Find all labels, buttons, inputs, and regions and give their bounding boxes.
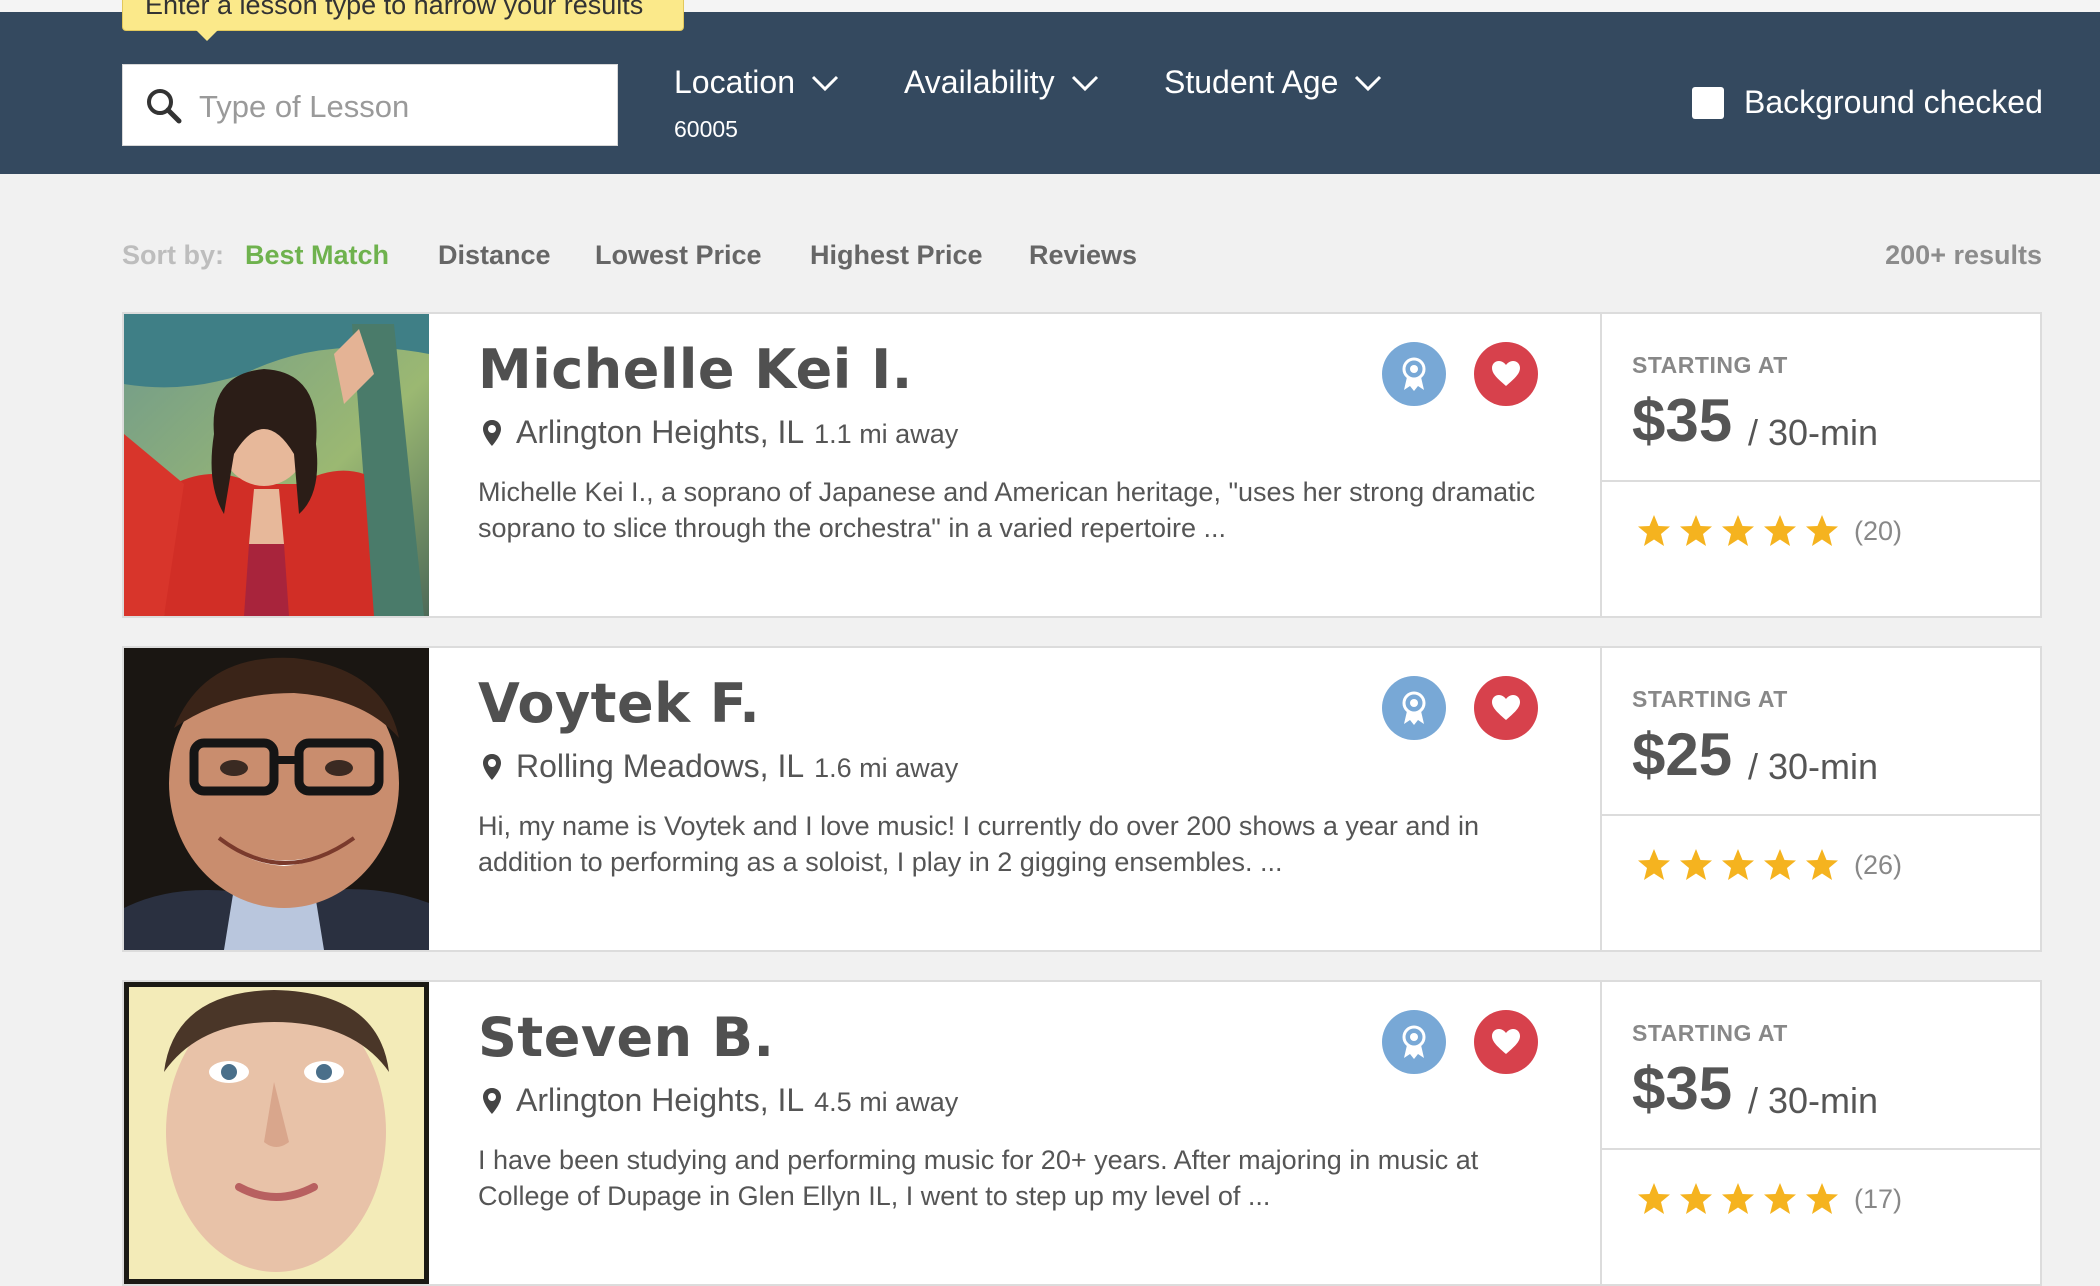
chevron-down-icon [1355, 75, 1382, 91]
search-tooltip: Enter a lesson type to narrow your resul… [122, 0, 684, 31]
sort-highest-price[interactable]: Highest Price [810, 240, 983, 271]
favorite-button[interactable] [1474, 1010, 1538, 1074]
heart-icon [1492, 695, 1520, 720]
star-icon [1764, 515, 1796, 546]
lesson-search-input[interactable] [197, 85, 601, 129]
chevron-down-icon [1071, 75, 1098, 91]
star-icon [1680, 849, 1712, 880]
sort-distance[interactable]: Distance [438, 240, 551, 271]
review-count[interactable]: (26) [1854, 850, 1902, 881]
map-pin-icon [483, 1087, 501, 1114]
teacher-location: Arlington Heights, IL 1.1 mi away [482, 414, 958, 451]
teacher-location: Rolling Meadows, IL 1.6 mi away [482, 748, 958, 785]
star-icon [1722, 515, 1754, 546]
award-badge[interactable] [1382, 1010, 1446, 1074]
student-age-filter-label: Student Age [1164, 64, 1339, 100]
starting-at-label: STARTING AT [1632, 352, 1788, 378]
teacher-description: Hi, my name is Voytek and I love music! … [478, 811, 1479, 877]
teacher-city: Arlington Heights, IL [516, 1082, 805, 1118]
teacher-photo[interactable] [124, 982, 429, 1284]
map-pin-icon [483, 753, 501, 780]
search-tooltip-arrow [196, 30, 218, 41]
teacher-photo[interactable] [124, 648, 429, 950]
rating-stars[interactable]: (20) [1636, 514, 1902, 548]
chevron-down-icon [811, 75, 839, 91]
teacher-distance: 4.5 mi away [814, 1087, 959, 1117]
teacher-card[interactable]: Voytek F. Rolling Meadows, IL 1.6 mi awa… [122, 646, 2042, 952]
teacher-city: Rolling Meadows, IL [516, 748, 805, 784]
teacher-card[interactable]: Steven B. Arlington Heights, IL 4.5 mi a… [122, 980, 2042, 1286]
star-icon [1680, 1183, 1712, 1214]
price-amount: $25 [1632, 721, 1733, 788]
teacher-name[interactable]: Steven B. [478, 1006, 775, 1069]
star-icon [1764, 1183, 1796, 1214]
teacher-card[interactable]: Michelle Kei I. Arlington Heights, IL 1.… [122, 312, 2042, 618]
star-icon [1638, 1183, 1670, 1214]
price-amount: $35 [1632, 387, 1733, 454]
review-count[interactable]: (20) [1854, 516, 1902, 547]
teacher-name[interactable]: Voytek F. [478, 672, 760, 735]
sort-label: Sort by: [122, 240, 225, 270]
teacher-distance: 1.1 mi away [814, 419, 959, 449]
price-section: STARTING AT $25 / 30-min [1602, 648, 2042, 816]
location-filter-label: Location [674, 64, 795, 100]
price-unit: / 30-min [1748, 412, 1879, 453]
teacher-description: Michelle Kei I., a soprano of Japanese a… [478, 477, 1536, 543]
sort-bar: Sort by: Best Match Distance Lowest Pric… [122, 238, 2042, 278]
teacher-description: I have been studying and performing musi… [478, 1145, 1479, 1211]
results-count: 200+ results [1885, 240, 2042, 270]
award-ribbon-icon [1402, 691, 1426, 725]
award-badge[interactable] [1382, 342, 1446, 406]
map-pin-icon [483, 419, 501, 446]
availability-filter-label: Availability [904, 64, 1055, 100]
heart-icon [1492, 361, 1520, 386]
star-icon [1722, 849, 1754, 880]
price-unit: / 30-min [1748, 1080, 1879, 1121]
favorite-button[interactable] [1474, 342, 1538, 406]
price-box: STARTING AT $35 / 30-min (20) [1600, 314, 2042, 616]
teacher-location: Arlington Heights, IL 4.5 mi away [482, 1082, 958, 1119]
star-icon [1764, 849, 1796, 880]
starting-at-label: STARTING AT [1632, 686, 1788, 712]
star-icon [1638, 849, 1670, 880]
price-unit: / 30-min [1748, 746, 1879, 787]
star-icon [1722, 1183, 1754, 1214]
sort-reviews[interactable]: Reviews [1029, 240, 1137, 271]
location-filter[interactable]: Location [674, 64, 839, 101]
search-tooltip-text: Enter a lesson type to narrow your resul… [145, 0, 644, 20]
teacher-photo[interactable] [124, 314, 429, 616]
award-ribbon-icon [1402, 357, 1426, 391]
price-box: STARTING AT $35 / 30-min (17) [1600, 982, 2042, 1284]
sort-lowest-price[interactable]: Lowest Price [595, 240, 762, 271]
rating-stars[interactable]: (26) [1636, 848, 1902, 882]
star-icon [1680, 515, 1712, 546]
background-checked-toggle[interactable]: Background checked [1692, 84, 2043, 121]
award-ribbon-icon [1402, 1025, 1426, 1059]
price-section: STARTING AT $35 / 30-min [1602, 982, 2042, 1150]
price-amount: $35 [1632, 1055, 1733, 1122]
teacher-name[interactable]: Michelle Kei I. [478, 338, 913, 401]
availability-filter[interactable]: Availability [904, 64, 1099, 101]
favorite-button[interactable] [1474, 676, 1538, 740]
sort-best-match[interactable]: Best Match [245, 240, 389, 271]
price-section: STARTING AT $35 / 30-min [1602, 314, 2042, 482]
student-age-filter[interactable]: Student Age [1164, 64, 1382, 101]
teacher-city: Arlington Heights, IL [516, 414, 805, 450]
background-checked-label: Background checked [1744, 84, 2043, 120]
starting-at-label: STARTING AT [1632, 1020, 1788, 1046]
location-zip: 60005 [674, 116, 738, 142]
filter-header: Location 60005 Availability Student Age … [0, 12, 2100, 174]
star-icon [1806, 849, 1838, 880]
teacher-distance: 1.6 mi away [814, 753, 959, 783]
star-icon [1638, 515, 1670, 546]
heart-icon [1492, 1029, 1520, 1054]
search-icon [147, 89, 182, 124]
background-checked-checkbox[interactable] [1692, 86, 1724, 119]
rating-stars[interactable]: (17) [1636, 1182, 1902, 1216]
price-box: STARTING AT $25 / 30-min (26) [1600, 648, 2042, 950]
star-icon [1806, 515, 1838, 546]
lesson-search-box[interactable] [122, 64, 618, 146]
award-badge[interactable] [1382, 676, 1446, 740]
star-icon [1806, 1183, 1838, 1214]
